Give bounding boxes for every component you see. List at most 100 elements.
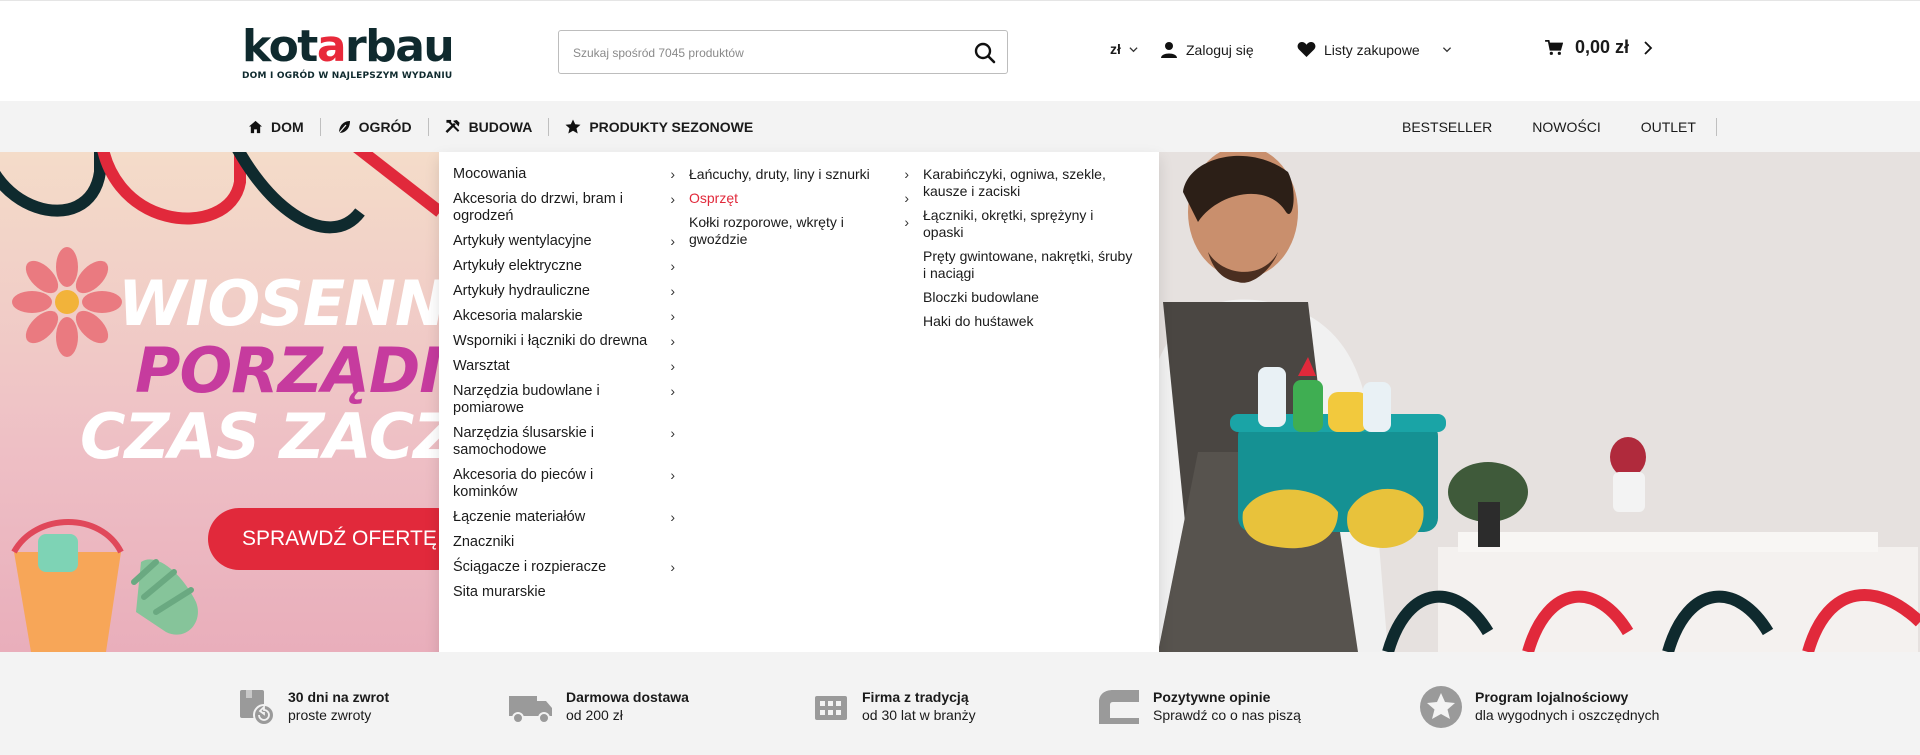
feature-text: Pozytywne opinie Sprawdź co o nas piszą: [1153, 688, 1301, 724]
chevron-right-icon: [1644, 40, 1653, 55]
mega-menu-item[interactable]: Pręty gwintowane, nakrętki, śruby i naci…: [923, 248, 1149, 282]
mega-menu-item[interactable]: Narzędzia budowlane i pomiarowe ›: [453, 383, 675, 417]
nav-outlet[interactable]: OUTLET: [1621, 119, 1716, 135]
chevron-right-icon: ›: [670, 559, 675, 575]
mega-menu-item[interactable]: Haki do huśtawek: [923, 313, 1149, 330]
mega-menu-item-label: Karabińczyki, ogniwa, szekle, kausze i z…: [923, 166, 1106, 199]
chevron-right-icon: ›: [670, 467, 675, 483]
mega-menu-item[interactable]: Karabińczyki, ogniwa, szekle, kausze i z…: [923, 166, 1149, 200]
mega-menu-item-label: Haki do huśtawek: [923, 313, 1034, 329]
nav-item-label: DOM: [271, 118, 304, 135]
search-icon[interactable]: [973, 41, 997, 65]
mega-menu-item-label: Sita murarskie: [453, 584, 546, 600]
mega-menu-item[interactable]: Łańcuchy, druty, liny i sznurki ›: [689, 166, 909, 183]
search-box: [558, 30, 1008, 74]
mega-menu-item-label: Znaczniki: [453, 534, 515, 550]
feature-tradition[interactable]: Firma z tradycją od 30 lat w branży: [812, 688, 976, 726]
banner-photo: [1158, 152, 1920, 652]
cart-button[interactable]: 0,00 zł: [1545, 37, 1653, 58]
feature-free-shipping[interactable]: Darmowa dostawa od 200 zł: [508, 688, 689, 726]
nav-item-label: BUDOWA: [468, 118, 533, 135]
mega-menu-item-label: Ściągacze i rozpieracze: [453, 559, 607, 575]
mega-menu-item[interactable]: Mocowania ›: [453, 166, 675, 183]
mega-menu-item[interactable]: Artykuły hydrauliczne ›: [453, 283, 675, 300]
main-nav: DOM OGRÓD BUDOWA PRODUKTY SEZONOWE BESTS…: [0, 101, 1920, 152]
feature-reviews[interactable]: Pozytywne opinie Sprawdź co o nas piszą: [1097, 688, 1301, 726]
features-bar: 30 dni na zwrot proste zwroty Darmowa dos…: [0, 652, 1920, 755]
mega-menu-item-label: Bloczki budowlane: [923, 289, 1039, 305]
banner-headline-line2: PORZĄDI: [135, 334, 440, 407]
mega-menu-item[interactable]: Akcesoria do drzwi, bram i ogrodzeń ›: [453, 191, 675, 225]
nav-item-ogrod[interactable]: OGRÓD: [321, 117, 429, 136]
feature-text: Firma z tradycją od 30 lat w branży: [862, 688, 976, 724]
mega-menu-item-label: Artykuły hydrauliczne: [453, 283, 590, 299]
feature-title: Firma z tradycją: [862, 689, 969, 705]
flower-icon: [12, 247, 122, 357]
nav-item-label: PRODUKTY SEZONOWE: [589, 118, 754, 135]
mega-menu-item[interactable]: Warsztat ›: [453, 358, 675, 375]
mega-menu-item-label: Narzędzia ślusarskie i samochodowe: [453, 425, 595, 458]
mega-menu-item[interactable]: Akcesoria do pieców i kominków ›: [453, 467, 675, 501]
chevron-down-icon: [1129, 46, 1138, 52]
mega-menu-item-label: Akcesoria malarskie: [453, 308, 583, 324]
mega-menu-item[interactable]: Bloczki budowlane: [923, 289, 1149, 306]
banner-headline-line3: CZAS ZACZ: [80, 400, 440, 473]
mega-menu-item[interactable]: Osprzęt ›: [689, 190, 909, 207]
feature-text: Darmowa dostawa od 200 zł: [566, 688, 689, 724]
nav-item-dom[interactable]: DOM: [248, 117, 321, 136]
page: kotarbau DOM I OGRÓD W NAJLEPSZYM WYDANI…: [0, 0, 1920, 755]
mega-menu-item[interactable]: Artykuły wentylacyjne ›: [453, 233, 675, 250]
mega-menu-item[interactable]: Łączenie materiałów ›: [453, 509, 675, 526]
mega-menu-item[interactable]: Akcesoria malarskie ›: [453, 308, 675, 325]
mega-menu-item-label: Narzędzia budowlane i pomiarowe: [453, 383, 600, 416]
chevron-right-icon: ›: [904, 166, 909, 182]
mega-menu-item-label: Artykuły elektryczne: [453, 258, 582, 274]
chevron-right-icon: ›: [670, 425, 675, 441]
feature-returns[interactable]: 30 dni na zwrot proste zwroty: [238, 688, 389, 726]
search-input[interactable]: [573, 43, 953, 63]
mega-menu-item[interactable]: Wsporniki i łączniki do drewna ›: [453, 333, 675, 350]
return-box-icon: [240, 690, 275, 726]
mega-menu-item-label: Pręty gwintowane, nakrętki, śruby i naci…: [923, 248, 1133, 281]
currency-selector[interactable]: zł: [1110, 41, 1138, 57]
nav-item-budowa[interactable]: BUDOWA: [429, 117, 550, 136]
mega-menu-item[interactable]: Artykuły elektryczne ›: [453, 258, 675, 275]
chevron-right-icon: ›: [670, 308, 675, 324]
currency-label: zł: [1110, 41, 1121, 57]
mega-menu-item[interactable]: Narzędzia ślusarskie i samochodowe ›: [453, 425, 675, 459]
logo[interactable]: kotarbau DOM I OGRÓD W NAJLEPSZYM WYDANI…: [242, 25, 455, 82]
chevron-right-icon: ›: [670, 333, 675, 349]
chevron-right-icon: ›: [670, 258, 675, 274]
mega-menu-item-label: Mocowania: [453, 166, 527, 182]
nav-item-produkty-sezonowe[interactable]: PRODUKTY SEZONOWE: [549, 118, 769, 136]
logo-accent: a: [316, 21, 347, 72]
nav-promos: BESTSELLER NOWOŚCI OUTLET: [1382, 101, 1717, 152]
feature-title: Program lojalnościowy: [1475, 689, 1629, 705]
mega-menu-item[interactable]: Kołki rozporowe, wkręty i gwoździe ›: [689, 214, 909, 248]
nav-nowosci[interactable]: NOWOŚCI: [1512, 119, 1620, 135]
mega-menu-item[interactable]: Łączniki, okrętki, sprężyny i opaski: [923, 207, 1149, 241]
feature-title: 30 dni na zwrot: [288, 689, 390, 705]
mega-menu-item[interactable]: Znaczniki: [453, 534, 675, 551]
feature-subtitle: od 200 zł: [566, 707, 623, 723]
star-badge-icon: [1420, 686, 1462, 728]
feature-loyalty[interactable]: Program lojalnościowy dla wygodnych i osz…: [1419, 686, 1659, 729]
chat-icon: [1099, 690, 1139, 724]
mega-menu-column-3: Karabińczyki, ogniwa, szekle, kausze i z…: [923, 166, 1149, 337]
truck-icon: [509, 696, 552, 724]
bucket-icon: [11, 519, 198, 652]
chevron-right-icon: ›: [904, 190, 909, 206]
mega-menu-item-label: Osprzęt: [689, 190, 739, 206]
banner-left-panel: WIOSENN PORZĄDI CZAS ZACZ: [0, 152, 440, 652]
mega-menu-item-label: Wsporniki i łączniki do drewna: [453, 333, 648, 349]
mega-menu-item[interactable]: Ściągacze i rozpieracze ›: [453, 559, 675, 576]
nav-bestseller[interactable]: BESTSELLER: [1382, 119, 1512, 135]
mega-menu-item[interactable]: Sita murarskie: [453, 584, 675, 601]
login-label: Zaloguj się: [1186, 42, 1254, 58]
banner-cta-button[interactable]: SPRAWDŹ OFERTĘ: [208, 508, 468, 570]
tools-icon: [445, 119, 460, 133]
shopping-lists-menu[interactable]: Listy zakupowe: [1297, 41, 1452, 58]
chevron-right-icon: ›: [670, 191, 675, 207]
login-link[interactable]: Zaloguj się: [1160, 41, 1254, 59]
mega-menu-column-2: Łańcuchy, druty, liny i sznurki › Osprzęt ›…: [689, 166, 909, 255]
